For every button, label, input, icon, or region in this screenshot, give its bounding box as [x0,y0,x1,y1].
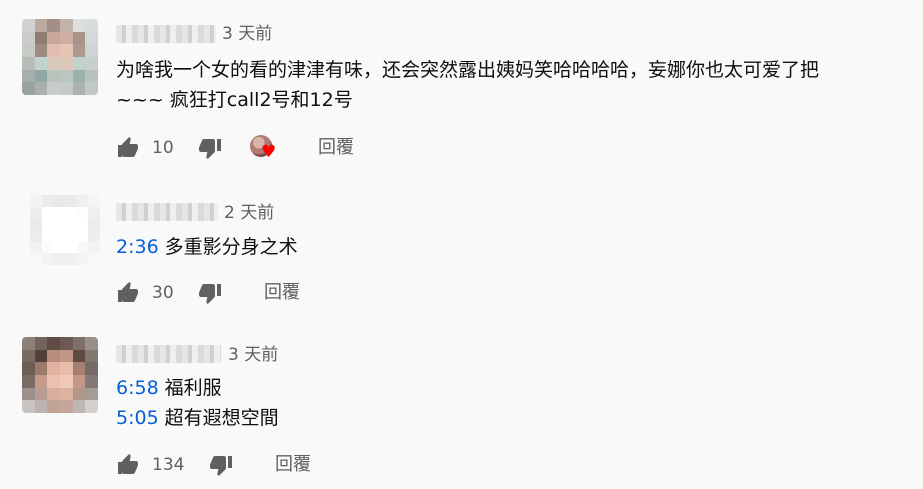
author-name[interactable] [116,203,218,221]
author-name[interactable] [116,25,216,43]
thumb-up-icon[interactable] [116,136,140,160]
like-count: 10 [152,138,174,158]
comment-line: 为啥我一个女的看的津津有味，还会突然露出姨妈笑哈哈哈哈，妄娜你也太可爱了把 [116,59,820,81]
thumb-down-icon[interactable] [198,281,222,305]
reply-button[interactable]: 回覆 [264,282,300,304]
comment-actions: 30 回覆 [116,281,416,307]
like-count: 30 [152,283,174,303]
comment-text: 福利服 [164,377,222,399]
comment-timestamp[interactable]: 2 天前 [224,203,274,223]
comment-timestamp[interactable]: 3 天前 [222,24,272,44]
video-timestamp-link[interactable]: 6:58 [116,377,159,399]
creator-heart-badge: ♥ [250,135,280,165]
comment-text: 多重影分身之术 [164,236,298,258]
author-name[interactable] [116,345,221,363]
comment-line: 2:36 多重影分身之术 [116,233,298,262]
thumb-up-icon[interactable] [116,281,140,305]
video-timestamp-link[interactable]: 5:05 [116,407,159,429]
avatar[interactable] [22,19,98,95]
comment-line: 5:05 超有遐想空間 [116,404,279,433]
comment-line: ~~~ 疯狂打call2号和12号 [116,89,353,111]
comment-line: 6:58 福利服 [116,374,222,403]
reply-button[interactable]: 回覆 [318,137,354,159]
avatar[interactable] [22,337,98,413]
comment-actions: 10 ♥ 回覆 [116,135,516,165]
video-timestamp-link[interactable]: 2:36 [116,236,159,258]
comment-timestamp[interactable]: 3 天前 [228,345,278,365]
thumb-down-icon[interactable] [198,136,222,160]
heart-icon: ♥ [261,142,277,162]
reply-button[interactable]: 回覆 [275,454,311,476]
like-count: 134 [152,455,185,475]
comment-actions: 134 回覆 [116,453,436,479]
comment-text: 超有遐想空間 [164,407,279,429]
thumb-up-icon[interactable] [116,453,140,477]
avatar[interactable] [30,195,100,265]
thumb-down-icon[interactable] [209,453,233,477]
